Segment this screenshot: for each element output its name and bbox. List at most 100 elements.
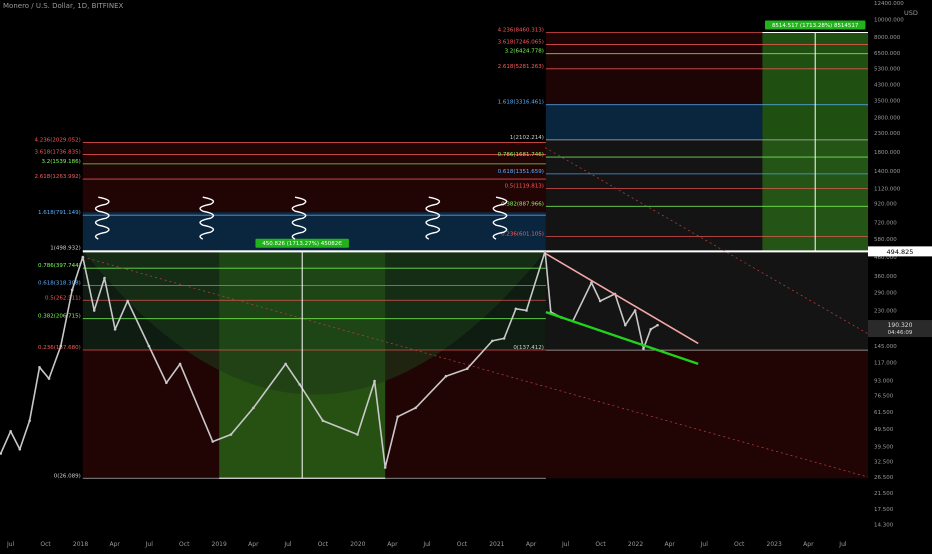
price-point xyxy=(598,299,602,303)
price-point xyxy=(633,309,637,312)
price-point xyxy=(284,362,287,366)
price-point xyxy=(356,433,359,436)
y-tick-label: 720.000 xyxy=(874,220,897,226)
price-point xyxy=(126,299,129,303)
y-tick-label: 6500.000 xyxy=(874,51,901,57)
price-point xyxy=(229,433,233,436)
y-tick-label: 4300.000 xyxy=(874,83,901,89)
symbol-title: Monero / U.S. Dollar, 1D, BITFINEX xyxy=(3,2,124,10)
price-point xyxy=(38,366,41,369)
x-tick-label: Apr xyxy=(387,541,398,548)
price-point xyxy=(543,250,547,253)
y-tick-label: 32.500 xyxy=(874,459,894,465)
price-point xyxy=(491,339,494,343)
price-point xyxy=(656,323,659,327)
y-tick-label: 2800.000 xyxy=(874,116,901,122)
price-point xyxy=(383,466,387,469)
price-point xyxy=(414,406,417,410)
y-tick-label: 1800.000 xyxy=(874,150,901,156)
price-point xyxy=(642,347,645,351)
y-tick-label: 580.000 xyxy=(874,237,897,243)
fib-level-label: 0(26.089) xyxy=(54,473,81,479)
last-price-label: 190.320 xyxy=(888,322,913,329)
y-tick-label: 230.000 xyxy=(874,308,897,314)
price-point xyxy=(59,344,63,348)
x-tick-label: 2021 xyxy=(489,541,504,548)
fib-level-label: 3.618(7246.065) xyxy=(498,39,544,45)
x-tick-label: Oct xyxy=(457,541,468,548)
y-tick-label: 8000.000 xyxy=(874,35,901,41)
x-tick-label: Jul xyxy=(700,541,709,548)
y-tick-label: 360.000 xyxy=(874,274,897,280)
fib-level-label: 3.2(1539.186) xyxy=(42,159,81,165)
y-tick-label: 39.500 xyxy=(874,444,894,450)
price-point xyxy=(396,415,400,418)
x-tick-label: 2023 xyxy=(767,541,782,548)
x-tick-label: 2019 xyxy=(212,541,227,548)
currency-label: USD xyxy=(904,9,918,17)
x-tick-label: Jul xyxy=(422,541,431,548)
y-tick-label: 1120.000 xyxy=(874,186,901,192)
price-point xyxy=(649,328,653,331)
price-point xyxy=(18,447,22,451)
fib-level-label: 1.618(791.149) xyxy=(38,210,81,216)
x-tick-label: Apr xyxy=(803,541,814,548)
y-tick-label: 290.000 xyxy=(874,291,897,297)
fib-level-label: 1(498.932) xyxy=(50,246,81,252)
y-tick-label: 5300.000 xyxy=(874,67,901,73)
y-tick-label: 26.500 xyxy=(874,475,894,481)
fib-level-label: 4.236(8460.313) xyxy=(498,27,544,33)
y-tick-label: 1400.000 xyxy=(874,169,901,175)
y-tick-label: 12400.000 xyxy=(874,1,904,7)
fib-level-label: 0.618(1351.659) xyxy=(498,169,544,175)
price-point xyxy=(28,419,31,423)
x-tick-label: Oct xyxy=(179,541,190,548)
x-tick-label: Oct xyxy=(734,541,745,548)
price-point xyxy=(81,255,85,259)
fib-level-label: 0.382(887.966) xyxy=(501,201,544,207)
x-tick-label: Jul xyxy=(838,541,847,548)
fib-level-label: 0.786(1681.746) xyxy=(498,152,544,158)
fib-level-label: 0.5(1119.813) xyxy=(505,183,544,189)
price-point xyxy=(9,429,12,433)
price-point xyxy=(178,362,182,366)
x-tick-label: Apr xyxy=(248,541,259,548)
fib-level-label: 0.786(397.744) xyxy=(38,263,81,269)
price-point xyxy=(525,309,528,312)
x-tick-label: Jul xyxy=(145,541,154,548)
price-chart[interactable]: 4.236(2029.052) 3.618(1736.835) 3.2(1539.1… xyxy=(0,0,932,550)
x-tick-label: 2022 xyxy=(628,541,643,548)
y-tick-label: 61.500 xyxy=(874,410,894,416)
measure-label: 450.826 (1713.27%) 45082Є xyxy=(262,241,342,247)
right-blue-zone xyxy=(545,104,763,140)
y-tick-label: 76.500 xyxy=(874,393,894,399)
price-point xyxy=(47,377,51,380)
x-tick-label: 2020 xyxy=(350,541,365,548)
price-point xyxy=(298,383,302,386)
price-point xyxy=(623,323,627,327)
countdown-label: 04:46:09 xyxy=(888,330,913,336)
price-point xyxy=(113,328,117,331)
price-point xyxy=(70,288,74,292)
y-tick-label: 14.300 xyxy=(874,523,894,529)
fib-level-label: 3.2(6424.778) xyxy=(505,49,544,55)
price-point xyxy=(321,419,325,423)
x-tick-label: Apr xyxy=(526,541,537,548)
y-tick-label: 17.500 xyxy=(874,507,894,513)
price-point xyxy=(147,344,151,348)
price-point xyxy=(252,406,255,410)
y-tick-label: 10000.000 xyxy=(874,18,904,24)
x-tick-label: Oct xyxy=(40,541,51,548)
x-tick-label: Apr xyxy=(665,541,676,548)
y-tick-label: 3500.000 xyxy=(874,99,901,105)
price-point xyxy=(165,381,168,385)
fib-level-label: 1.618(3316.461) xyxy=(498,100,544,106)
x-tick-label: Jul xyxy=(561,541,570,548)
fib-level-label: 0.382(206.715) xyxy=(38,314,81,320)
current-price-label: 494.825 xyxy=(887,248,914,256)
x-tick-label: Apr xyxy=(110,541,121,548)
chart-canvas[interactable]: 4.236(2029.052) 3.618(1736.835) 3.2(1539.1… xyxy=(0,0,932,550)
price-point xyxy=(502,337,506,340)
price-point xyxy=(514,307,518,311)
fib-level-label: 1(2102.214) xyxy=(510,135,544,141)
